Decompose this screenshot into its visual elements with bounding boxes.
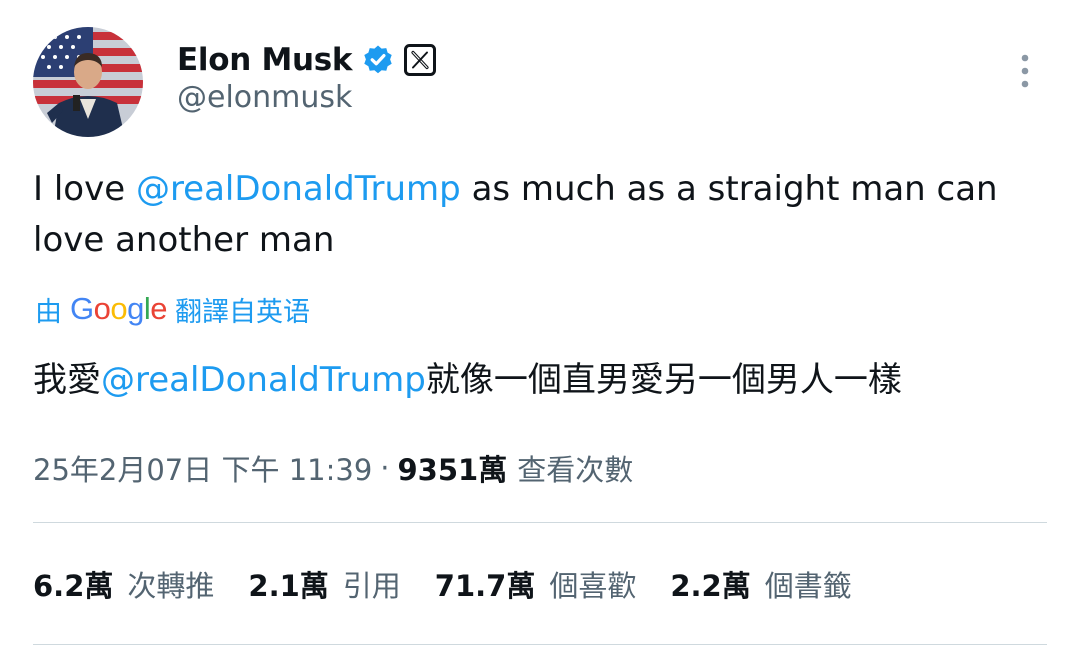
- translated-text-prefix: 我愛: [33, 360, 101, 400]
- engagement-stats: 6.2萬 次轉推 2.1萬 引用 71.7萬 個喜歡 2.2萬 個書籤: [33, 562, 886, 606]
- views-label: 查看次數: [517, 453, 634, 487]
- avatar-image: [33, 27, 143, 137]
- translation-suffix[interactable]: 翻譯自英语: [175, 290, 310, 329]
- verified-badge-icon[interactable]: [362, 44, 394, 76]
- likes-count: 71.7萬: [434, 569, 536, 603]
- translation-attribution: 由 Google 翻譯自英语: [35, 288, 310, 330]
- more-options-icon[interactable]: [1011, 52, 1039, 92]
- stat-retweets[interactable]: 6.2萬 次轉推: [33, 563, 214, 605]
- translated-mention-link[interactable]: @realDonaldTrump: [101, 360, 426, 400]
- translation-prefix: 由: [35, 296, 62, 328]
- tweet-meta: 25年2月07日 下午 11:39 · 9351萬 查看次數: [33, 446, 633, 490]
- google-logo[interactable]: Google: [70, 291, 168, 327]
- tweet-text-prefix: I love: [33, 169, 136, 209]
- quotes-label: 引用: [342, 569, 401, 603]
- divider: [33, 522, 1047, 523]
- mention-link[interactable]: @realDonaldTrump: [136, 169, 461, 209]
- tweet-timestamp[interactable]: 25年2月07日 下午 11:39: [33, 447, 372, 489]
- x-logo-icon[interactable]: [404, 44, 437, 76]
- likes-label: 個喜歡: [549, 569, 637, 603]
- author-name-row: Elon Musk: [177, 40, 437, 80]
- stat-likes[interactable]: 71.7萬 個喜歡: [435, 563, 637, 605]
- author-display-name[interactable]: Elon Musk: [177, 42, 353, 78]
- stat-quotes[interactable]: 2.1萬 引用: [248, 563, 400, 605]
- bookmarks-count: 2.2萬: [670, 569, 751, 603]
- avatar[interactable]: [33, 27, 143, 137]
- author-handle[interactable]: @elonmusk: [177, 80, 352, 115]
- meta-separator: ·: [380, 451, 390, 485]
- bookmarks-label: 個書籤: [764, 569, 852, 603]
- stat-bookmarks[interactable]: 2.2萬 個書籤: [670, 563, 851, 605]
- retweets-count: 6.2萬: [33, 569, 114, 603]
- retweets-label: 次轉推: [127, 569, 215, 603]
- tweet-text: I love @realDonaldTrump as much as a str…: [33, 164, 1043, 266]
- quotes-count: 2.1萬: [248, 569, 329, 603]
- translated-text-suffix: 就像一個直男愛另一個男人一樣: [425, 360, 902, 400]
- views-count: 9351萬: [397, 453, 508, 487]
- translated-text: 我愛@realDonaldTrump就像一個直男愛另一個男人一樣: [33, 355, 1043, 406]
- divider: [33, 644, 1047, 645]
